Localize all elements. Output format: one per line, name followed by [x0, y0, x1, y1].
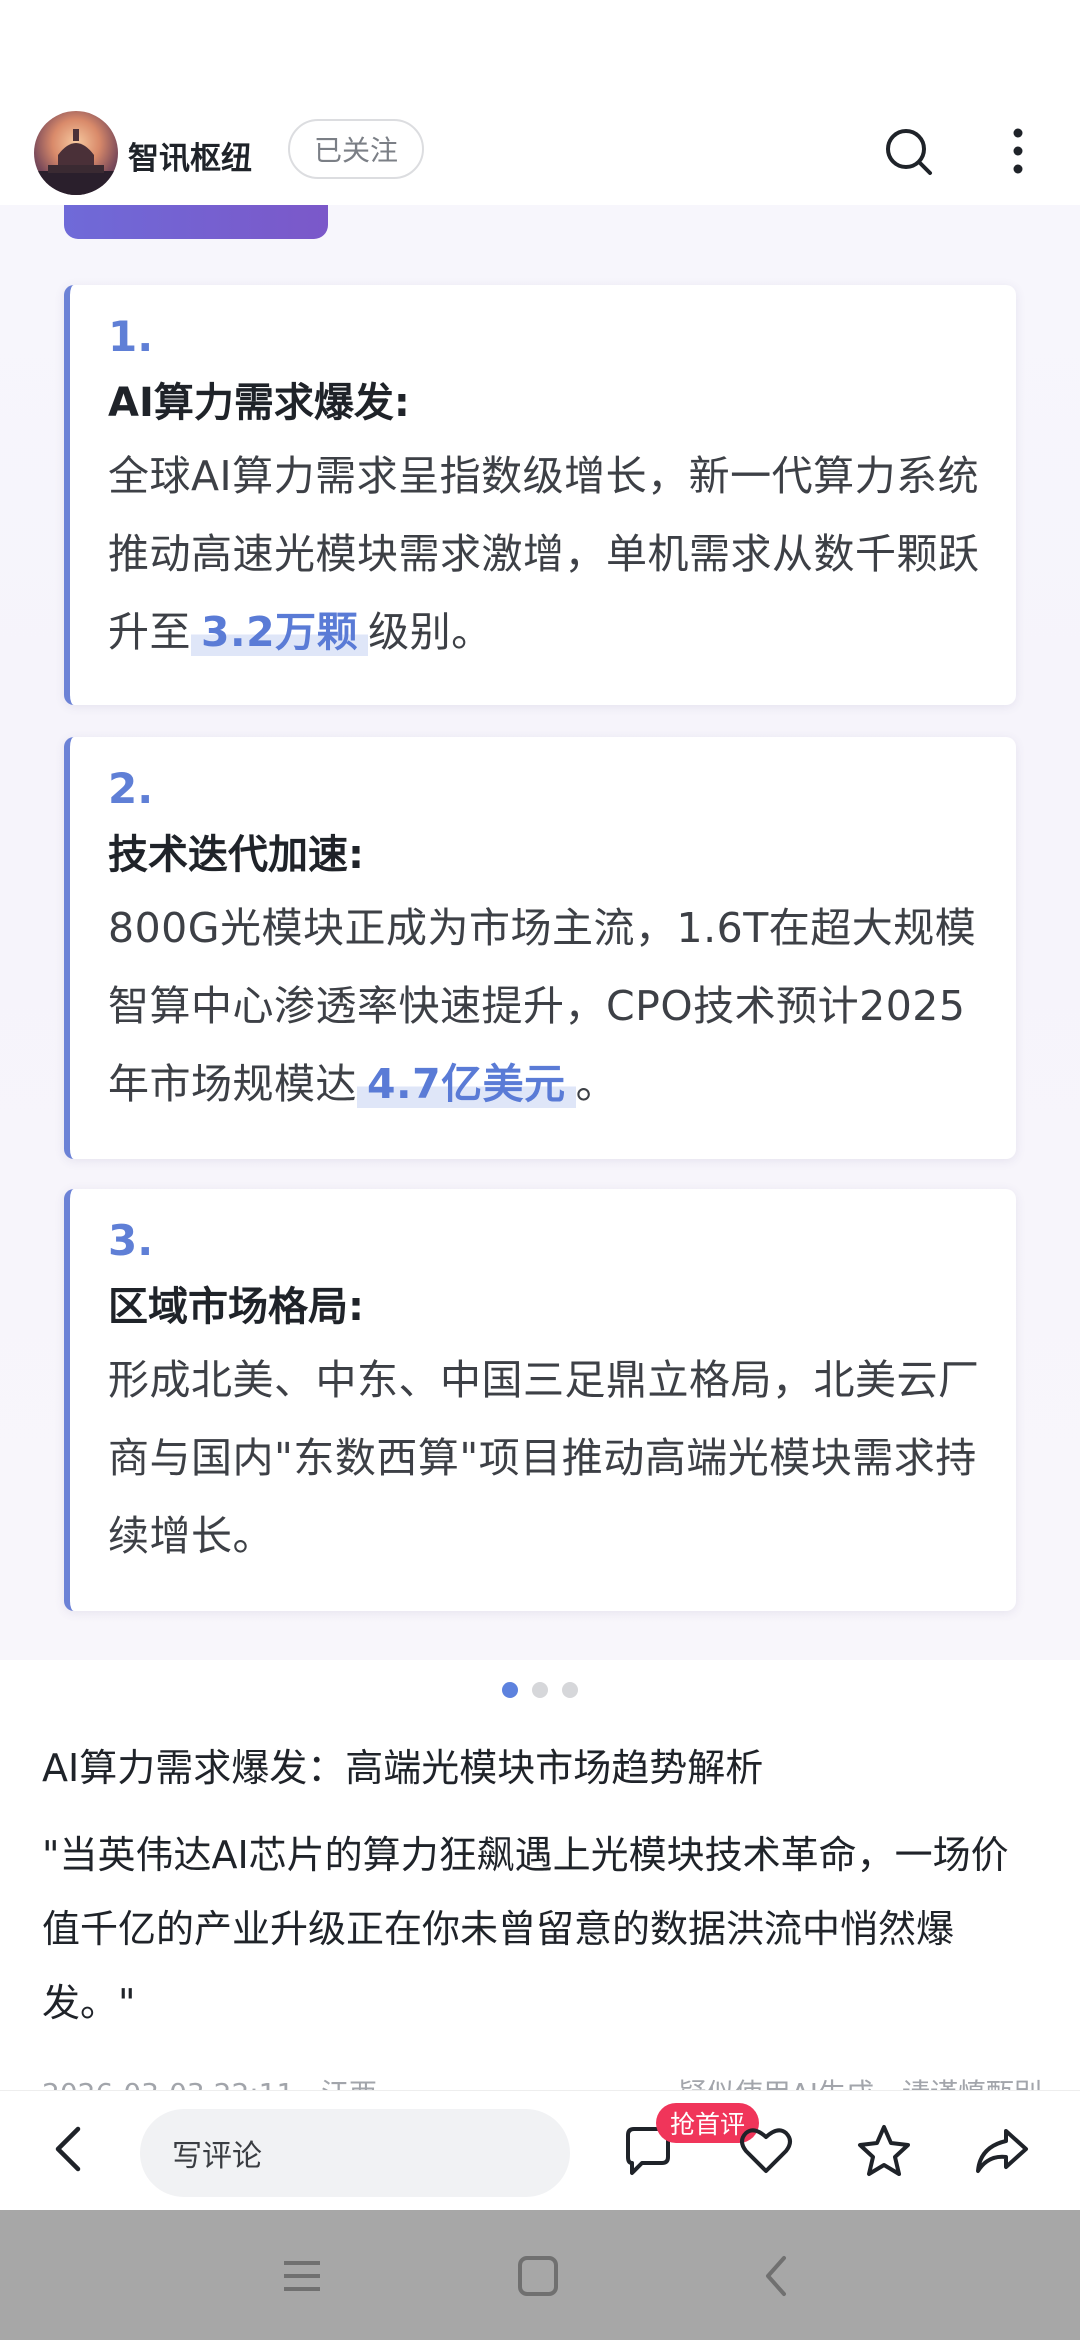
- favorite-star-icon[interactable]: [852, 2119, 916, 2183]
- card-number: 3.: [108, 1216, 154, 1265]
- avatar-image: [34, 129, 118, 195]
- status-bar-area: [0, 0, 1080, 105]
- card-highlight: 3.2万颗: [191, 608, 369, 656]
- pagination-dot-active[interactable]: [502, 1682, 518, 1698]
- card-title: 技术迭代加速:: [108, 832, 364, 878]
- more-vertical-icon[interactable]: [990, 123, 1046, 179]
- article-title: AI算力需求爆发：高端光模块市场趋势解析: [42, 1746, 764, 1790]
- share-icon[interactable]: [970, 2119, 1034, 2183]
- back-triangle-icon[interactable]: [748, 2246, 808, 2306]
- article-quote: "当英伟达AI芯片的算力狂飙遇上光模块技术革命，一场价值千亿的产业升级正在你未曾…: [42, 1833, 1009, 2025]
- back-chevron-icon[interactable]: [40, 2119, 100, 2179]
- card-body: 形成北美、中东、中国三足鼎立格局，北美云厂商与国内"东数西算"项目推动高端光模块…: [108, 1341, 986, 1575]
- card-body: 全球AI算力需求呈指数级增长，新一代算力系统推动高速光模块需求激增，单机需求从数…: [108, 437, 986, 671]
- card-body-tail: 级别。: [368, 608, 493, 656]
- comment-input[interactable]: 写评论: [140, 2109, 570, 2197]
- article-header: 智讯枢纽 已关注: [0, 105, 1080, 205]
- card-number: 2.: [108, 764, 154, 813]
- pagination-dot[interactable]: [562, 1682, 578, 1698]
- follow-button[interactable]: 已关注: [288, 119, 424, 179]
- system-navigation-bar: [0, 2210, 1080, 2340]
- account-name[interactable]: 智讯枢纽: [128, 133, 252, 178]
- gallery-pagination: [0, 1682, 1080, 1702]
- section-banner-tab: [64, 205, 328, 239]
- trend-card: 3. 区域市场格局: 形成北美、中东、中国三足鼎立格局，北美云厂商与国内"东数西…: [64, 1189, 1016, 1611]
- card-body-tail: 。: [575, 1060, 618, 1108]
- menu-icon[interactable]: [272, 2246, 332, 2306]
- card-body: 800G光模块正成为市场主流，1.6T在超大规模智算中心渗透率快速提升，CPO技…: [108, 889, 986, 1123]
- trend-card: 2. 技术迭代加速: 800G光模块正成为市场主流，1.6T在超大规模智算中心渗…: [64, 737, 1016, 1159]
- card-title: AI算力需求爆发:: [108, 380, 410, 426]
- home-square-icon[interactable]: [508, 2246, 568, 2306]
- card-body-text: 形成北美、中东、中国三足鼎立格局，北美云厂商与国内"东数西算"项目推动高端光模块…: [108, 1356, 980, 1560]
- trend-card: 1. AI算力需求爆发: 全球AI算力需求呈指数级增长，新一代算力系统推动高速光…: [64, 285, 1016, 705]
- card-title: 区域市场格局:: [108, 1284, 364, 1330]
- pagination-dot[interactable]: [532, 1682, 548, 1698]
- card-number: 1.: [108, 312, 154, 361]
- like-heart-icon[interactable]: [734, 2119, 798, 2183]
- bottom-action-bar: 写评论 抢首评: [0, 2090, 1080, 2210]
- article-image-gallery[interactable]: 1. AI算力需求爆发: 全球AI算力需求呈指数级增长，新一代算力系统推动高速光…: [0, 205, 1080, 1660]
- card-highlight: 4.7亿美元: [357, 1060, 576, 1108]
- search-icon[interactable]: [880, 123, 936, 179]
- account-avatar[interactable]: [34, 111, 118, 195]
